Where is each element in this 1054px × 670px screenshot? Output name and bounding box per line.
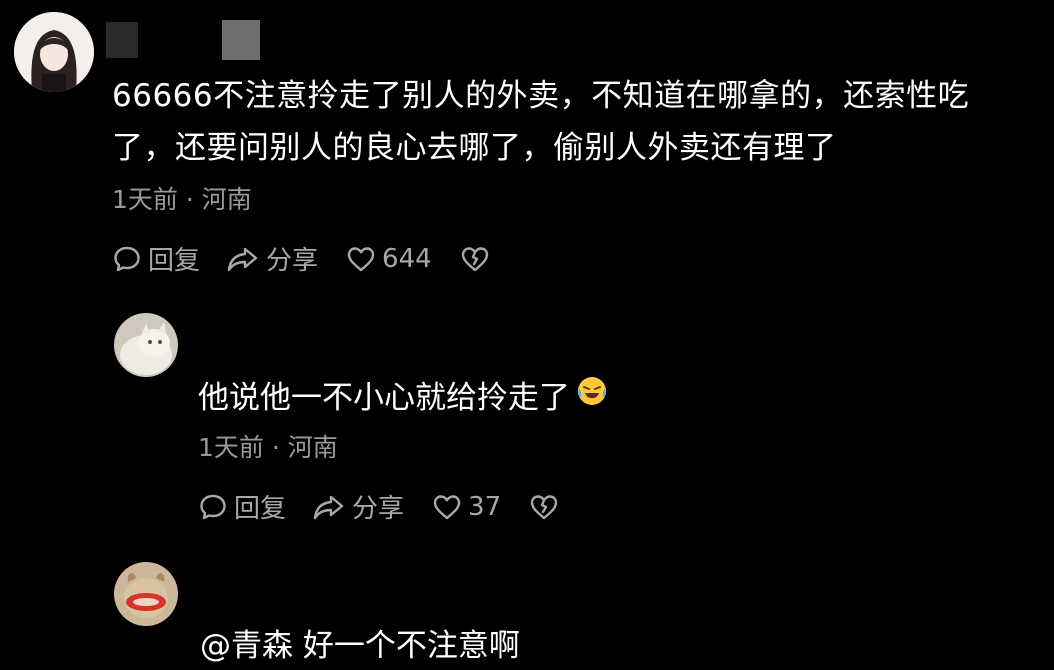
share-arrow-icon: [227, 247, 258, 271]
like-button[interactable]: 644: [346, 244, 432, 274]
redacted-username: [106, 22, 138, 58]
heart-icon: [347, 246, 375, 271]
comment-actions: 回复 分享 644: [112, 240, 490, 277]
broken-heart-icon: [461, 246, 488, 271]
reply-actions: 回复 分享 37: [198, 488, 559, 525]
reply-meta: 1天前 · 河南: [198, 433, 338, 462]
crying-laughing-emoji-icon: [576, 375, 608, 415]
avatar-user-3[interactable]: [114, 562, 178, 626]
comment-text-line-2: 了，还要问别人的良心去哪了，偷别人外卖还有理了: [112, 130, 837, 166]
reply-button[interactable]: 回复: [198, 488, 286, 525]
reply-text: @青森 好一个不注意啊: [200, 628, 520, 664]
reply-label: 回复: [234, 494, 287, 524]
avatar-user-2[interactable]: [114, 313, 178, 377]
share-arrow-icon: [313, 495, 344, 519]
reply-text-content: 他说他一不小心就给拎走了: [198, 380, 570, 416]
heart-icon: [433, 494, 461, 519]
reply-label: 回复: [148, 246, 201, 276]
comment-text-line-1: 66666不注意拎走了别人的外卖，不知道在哪拿的，还索性吃: [112, 78, 970, 114]
broken-heart-icon: [530, 494, 558, 519]
reply-button[interactable]: 回复: [112, 240, 200, 277]
like-count: 37: [468, 491, 502, 522]
speech-bubble-icon: [200, 494, 226, 519]
avatar-user-1[interactable]: [14, 12, 94, 92]
speech-bubble-icon: [114, 246, 140, 271]
comment-meta: 1天前 · 河南: [112, 185, 252, 214]
like-button[interactable]: 37: [432, 492, 501, 522]
dislike-button[interactable]: [460, 244, 490, 274]
like-count: 644: [382, 243, 432, 274]
share-label: 分享: [266, 246, 319, 276]
dislike-button[interactable]: [529, 492, 559, 522]
reply-text: 他说他一不小心就给拎走了: [198, 372, 608, 417]
comment-text: 66666不注意拎走了别人的外卖，不知道在哪拿的，还索性吃 了，还要问别人的良心…: [112, 70, 1042, 174]
share-label: 分享: [352, 494, 405, 524]
redacted-username-tag: [222, 20, 260, 60]
share-button[interactable]: 分享: [312, 488, 404, 525]
share-button[interactable]: 分享: [226, 240, 318, 277]
